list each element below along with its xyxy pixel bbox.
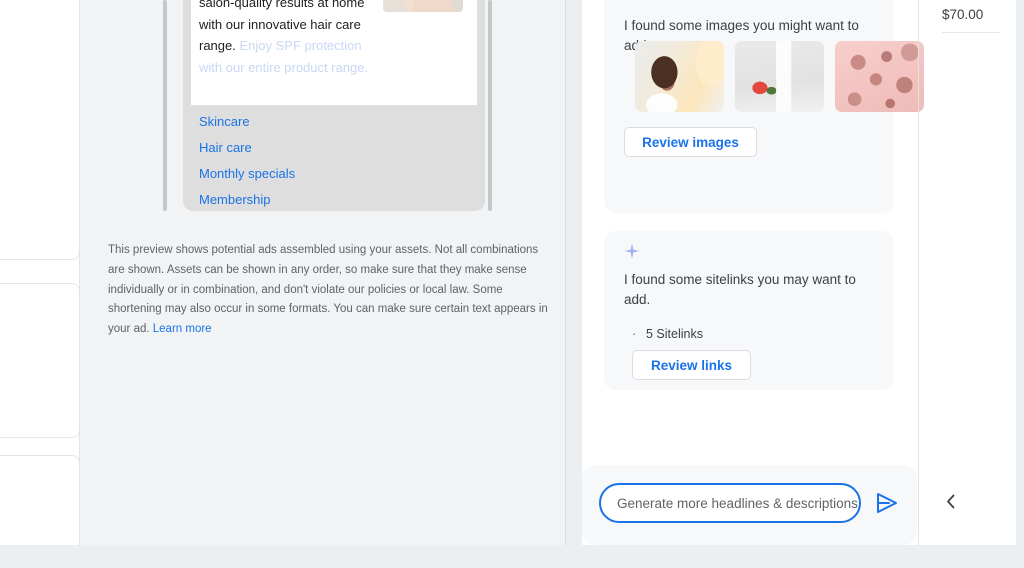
right-panel-divider — [918, 0, 919, 545]
ad-sitelink-list: Skincare Hair care Monthly specials Memb… — [199, 115, 469, 211]
carousel-rail-left[interactable] — [163, 0, 167, 211]
sparkle-icon — [623, 242, 641, 260]
carousel-rail-right[interactable] — [488, 0, 492, 211]
assistant-composer: Generate more headlines & descriptions — [582, 465, 917, 545]
sitelinks-count-label: 5 Sitelinks — [646, 327, 703, 341]
app-window: / 90 / 90 your true beauty. Achieve salo… — [0, 0, 1024, 568]
review-images-button[interactable]: Review images — [624, 127, 757, 157]
bullet-dot: · — [632, 327, 637, 341]
asset-editor-sidebar: / 90 / 90 — [0, 0, 80, 568]
preview-disclaimer: This preview shows potential ads assembl… — [108, 241, 556, 340]
prompt-suggestion-label: Generate more headlines & descriptions — [617, 495, 858, 511]
send-icon[interactable] — [874, 491, 900, 515]
summary-panel: $70.00 — [928, 0, 1016, 535]
ad-sitelink-monthly-specials[interactable]: Monthly specials — [199, 167, 469, 180]
ad-sitelink-skincare[interactable]: Skincare — [199, 115, 469, 128]
ad-preview-area: your true beauty. Achieve salon-quality … — [80, 0, 566, 545]
asset-card-descriptions: / 90 / 90 — [0, 0, 80, 260]
suggested-image-thumbnails — [635, 41, 924, 112]
learn-more-link[interactable]: Learn more — [153, 323, 212, 335]
ad-sitelink-hair-care[interactable]: Hair care — [199, 141, 469, 154]
budget-price-value: $70.00 — [942, 7, 984, 22]
disclaimer-text: This preview shows potential ads assembl… — [108, 244, 548, 336]
review-links-button[interactable]: Review links — [632, 350, 751, 380]
ad-preview-image — [383, 0, 463, 12]
ad-preview-card: your true beauty. Achieve salon-quality … — [183, 0, 485, 211]
prompt-suggestion-chip[interactable]: Generate more headlines & descriptions — [599, 483, 861, 523]
summary-divider — [942, 32, 1000, 33]
suggested-image-thumb-1[interactable] — [635, 41, 724, 112]
ai-assistant-panel: I found some images you might want to ad… — [582, 0, 924, 545]
right-gutter — [1016, 0, 1024, 545]
assistant-sitelinks-card: I found some sitelinks you may want to a… — [604, 231, 894, 390]
assistant-sitelinks-message: I found some sitelinks you may want to a… — [624, 272, 856, 307]
asset-card-collapsible-1[interactable] — [0, 283, 80, 438]
suggested-image-thumb-3[interactable] — [835, 41, 924, 112]
suggested-image-thumb-2[interactable] — [735, 41, 824, 112]
sitelinks-count: · 5 Sitelinks — [632, 327, 703, 341]
assistant-images-card: I found some images you might want to ad… — [604, 0, 924, 213]
chevron-left-icon[interactable] — [940, 490, 962, 512]
ad-sitelink-membership[interactable]: Membership — [199, 193, 469, 206]
panel-gutter — [566, 0, 582, 545]
ad-description-text: your true beauty. Achieve salon-quality … — [199, 0, 379, 79]
bottom-status-bar — [0, 545, 1024, 568]
